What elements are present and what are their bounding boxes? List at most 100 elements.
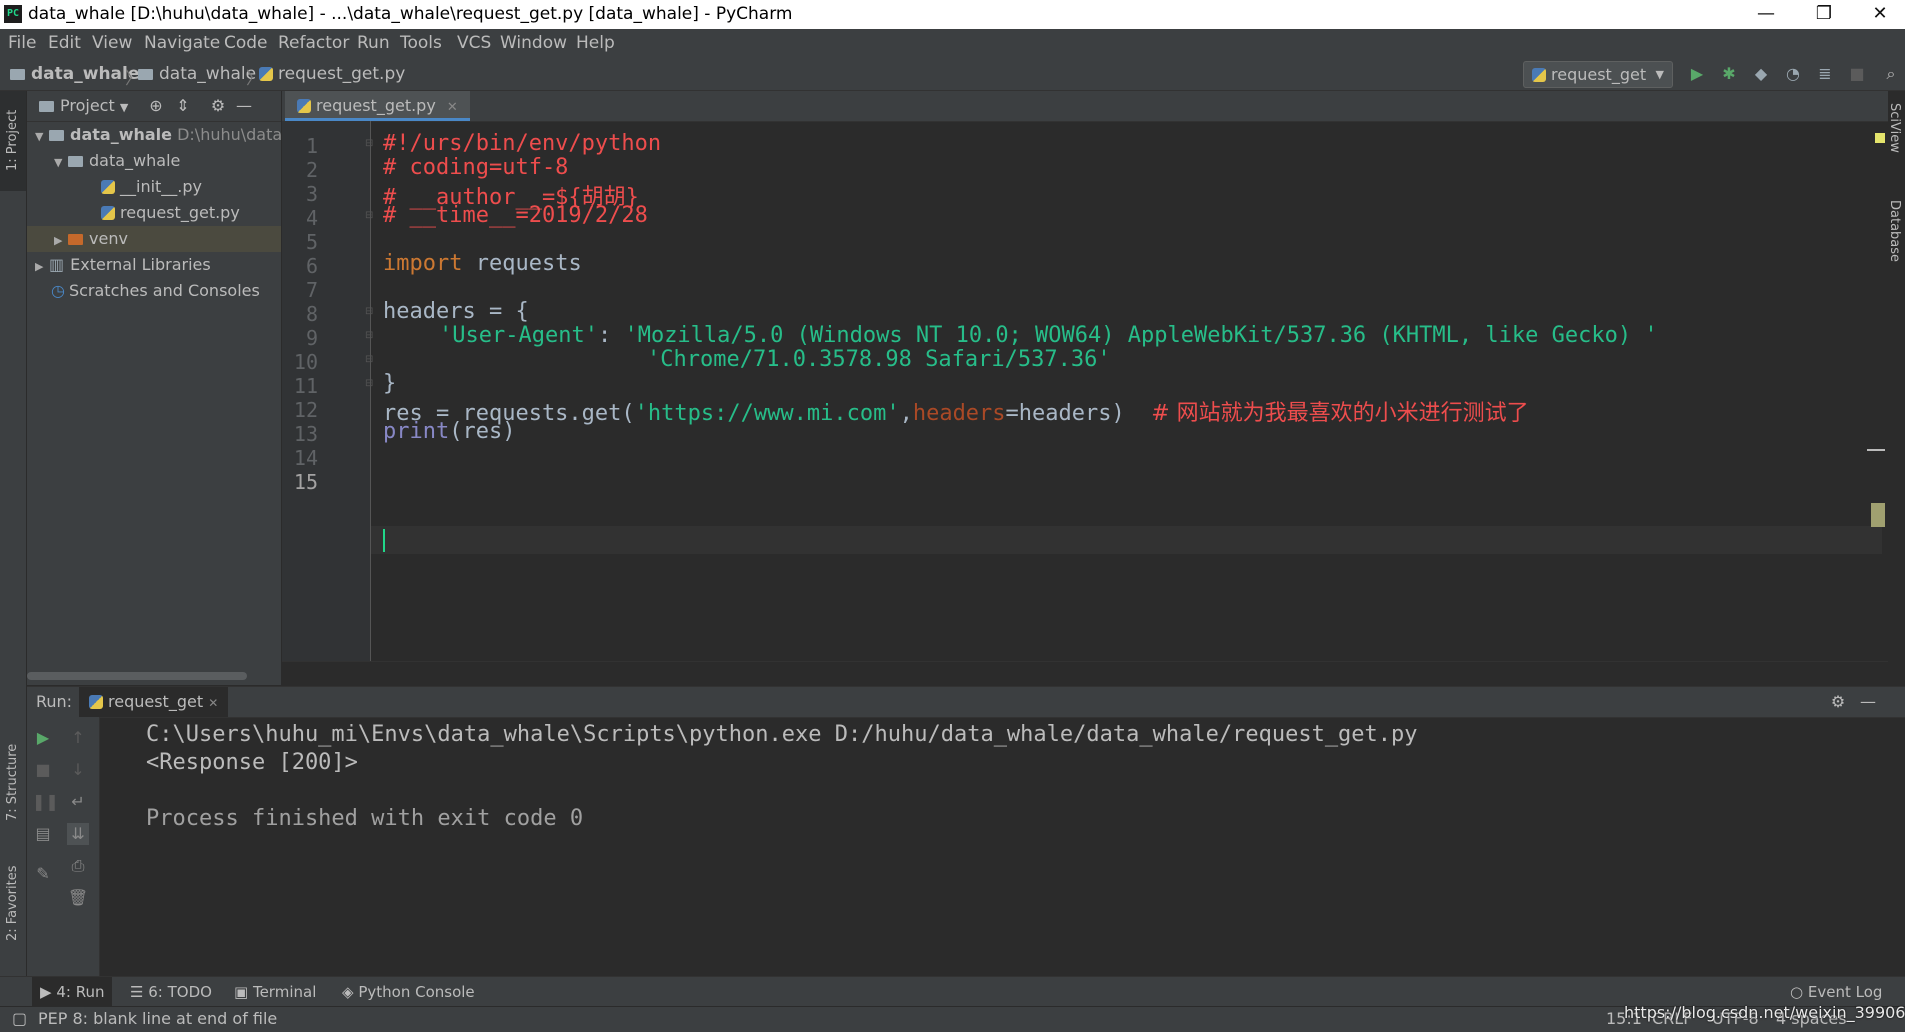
- console-line-command: C:\Users\huhu_mi\Envs\data_whale\Scripts…: [146, 722, 1418, 747]
- close-tab-icon[interactable]: ✕: [208, 696, 218, 710]
- expand-arrow-icon[interactable]: ▼: [54, 150, 68, 176]
- hide-panel-icon[interactable]: —: [1857, 691, 1879, 713]
- menu-help[interactable]: Help: [576, 33, 615, 53]
- left-tool-strip: 1: Project 7: Structure 2: Favorites: [0, 91, 27, 976]
- run-icon: ▶: [40, 983, 52, 1001]
- collapse-all-icon[interactable]: ⇕: [172, 95, 194, 117]
- breadcrumb-file[interactable]: request_get.py: [259, 64, 405, 84]
- code-text: ,: [899, 401, 913, 426]
- trash-icon[interactable]: 🗑: [67, 887, 89, 909]
- debug-icon[interactable]: ✱: [1718, 63, 1740, 85]
- hide-panel-icon[interactable]: —: [233, 95, 255, 117]
- menu-navigate[interactable]: Navigate: [144, 33, 220, 53]
- project-view-selector[interactable]: Project ▼: [39, 96, 128, 115]
- scroll-to-end-icon[interactable]: ⇊: [67, 823, 89, 845]
- console-output[interactable]: C:\Users\huhu_mi\Envs\data_whale\Scripts…: [100, 717, 1905, 977]
- sciview-tool-tab[interactable]: SciView: [1887, 103, 1902, 153]
- print-icon[interactable]: ⎙: [67, 855, 89, 877]
- text-caret: [383, 529, 385, 552]
- breadcrumb-package-label: data_whale: [159, 64, 257, 84]
- editor-scroll-markers[interactable]: [1867, 121, 1887, 661]
- code-line-4: # __time__=2019/2/28: [383, 203, 648, 228]
- menu-run[interactable]: Run: [357, 33, 390, 53]
- tool-tab-terminal[interactable]: ▣ Terminal: [226, 977, 324, 1007]
- tree-item-project-root[interactable]: ▼ data_whale D:\huhu\data_w: [27, 122, 303, 150]
- tree-item-scratches[interactable]: ◷ Scratches and Consoles: [27, 278, 281, 304]
- folder-icon: [138, 69, 153, 80]
- restore-layout-icon[interactable]: ▤: [32, 823, 54, 845]
- restore-button[interactable]: ❐: [1796, 0, 1852, 29]
- search-icon[interactable]: ⌕: [1880, 63, 1902, 85]
- tree-item-init-py[interactable]: __init__.py: [27, 174, 281, 200]
- tree-item-label: venv: [89, 229, 128, 248]
- status-toggle-icon[interactable]: ▢: [12, 1007, 27, 1031]
- menu-edit[interactable]: Edit: [48, 33, 81, 53]
- code-line-6: import requests: [383, 251, 582, 276]
- menu-window[interactable]: Window: [500, 33, 567, 53]
- tree-item-package[interactable]: ▼ data_whale: [27, 148, 281, 174]
- menu-refactor[interactable]: Refactor: [278, 33, 349, 53]
- menu-tools[interactable]: Tools: [400, 33, 442, 53]
- pause-icon[interactable]: ❚❚: [32, 791, 59, 813]
- tool-tab-label: 6: TODO: [148, 983, 212, 1001]
- menu-view[interactable]: View: [92, 33, 132, 53]
- close-window-button[interactable]: ✕: [1852, 0, 1905, 29]
- editor-area: request_get.py ✕ 1 2 3 4 5 6 7 8 9 10 11…: [282, 91, 1888, 686]
- editor-tab-request-get-py[interactable]: request_get.py ✕: [285, 91, 470, 121]
- run-icon[interactable]: ▶: [1686, 63, 1708, 85]
- code-line-1: #!/urs/bin/env/python: [383, 131, 662, 156]
- console-line-response: <Response [200]>: [146, 750, 358, 775]
- rerun-icon[interactable]: ▶: [32, 727, 54, 749]
- menu-file[interactable]: File: [8, 33, 36, 53]
- menu-code[interactable]: Code: [224, 33, 268, 53]
- tool-tab-todo[interactable]: ☰ 6: TODO: [122, 977, 220, 1007]
- breadcrumb-package[interactable]: data_whale: [138, 64, 256, 84]
- concurrency-icon[interactable]: ≣: [1814, 63, 1836, 85]
- down-arrow-icon[interactable]: ↓: [67, 759, 89, 781]
- todo-icon: ☰: [130, 983, 144, 1001]
- coverage-icon[interactable]: ◆: [1750, 63, 1772, 85]
- tree-item-label: request_get.py: [120, 203, 240, 222]
- tree-item-external-libraries[interactable]: ▶ ▥ External Libraries: [27, 252, 281, 278]
- structure-tool-tab[interactable]: 7: Structure: [5, 744, 20, 821]
- tree-item-label: External Libraries: [70, 255, 211, 274]
- run-configuration-dropdown[interactable]: request_get ▼: [1523, 61, 1673, 88]
- event-log-label: Event Log: [1807, 983, 1883, 1001]
- code-area[interactable]: #!/urs/bin/env/python # coding=utf-8 # _…: [282, 121, 1872, 661]
- tool-tab-run[interactable]: ▶ 4: Run: [32, 977, 113, 1007]
- folder-icon: [49, 130, 64, 141]
- scroll-marker: [1871, 503, 1885, 527]
- window-title: data_whale [D:\huhu\data_whale] - ...\da…: [28, 4, 793, 24]
- tool-tab-label: Python Console: [358, 983, 475, 1001]
- expand-arrow-icon[interactable]: ▶: [35, 254, 49, 280]
- expand-arrow-icon[interactable]: ▼: [35, 124, 49, 150]
- horizontal-scrollbar[interactable]: [27, 672, 247, 680]
- profile-icon[interactable]: ◔: [1782, 63, 1804, 85]
- minimize-button[interactable]: —: [1738, 0, 1794, 29]
- tool-tab-label: 4: Run: [56, 983, 105, 1001]
- breadcrumb-project[interactable]: data_whale: [10, 64, 139, 84]
- menu-vcs[interactable]: VCS: [457, 33, 491, 53]
- tool-tab-python-console[interactable]: ◈ Python Console: [334, 977, 483, 1007]
- project-tool-tab[interactable]: 1: Project: [0, 91, 26, 191]
- tree-item-request-get-py[interactable]: request_get.py: [27, 200, 281, 226]
- run-tab-label: request_get: [108, 692, 204, 711]
- python-file-icon: [101, 206, 115, 220]
- favorites-tool-tab[interactable]: 2: Favorites: [5, 865, 20, 941]
- run-tab-request-get[interactable]: request_get ✕: [79, 687, 229, 717]
- database-tool-tab[interactable]: Database: [1887, 200, 1902, 262]
- inspection-indicator-icon[interactable]: [1875, 133, 1885, 143]
- locate-icon[interactable]: ⊕: [145, 95, 167, 117]
- colon: :: [597, 323, 625, 348]
- tree-item-venv[interactable]: ▶ venv: [27, 226, 281, 252]
- pin-icon[interactable]: ✎: [32, 863, 54, 885]
- gear-icon[interactable]: ⚙: [1827, 691, 1849, 713]
- terminal-icon: ▣: [234, 983, 249, 1001]
- stop-icon[interactable]: ■: [32, 759, 54, 781]
- close-tab-icon[interactable]: ✕: [447, 100, 458, 115]
- gear-icon[interactable]: ⚙: [207, 95, 229, 117]
- stop-icon[interactable]: ■: [1846, 63, 1868, 85]
- soft-wrap-icon[interactable]: ↵: [67, 791, 89, 813]
- expand-arrow-icon[interactable]: ▶: [54, 228, 68, 254]
- up-arrow-icon[interactable]: ↑: [67, 727, 89, 749]
